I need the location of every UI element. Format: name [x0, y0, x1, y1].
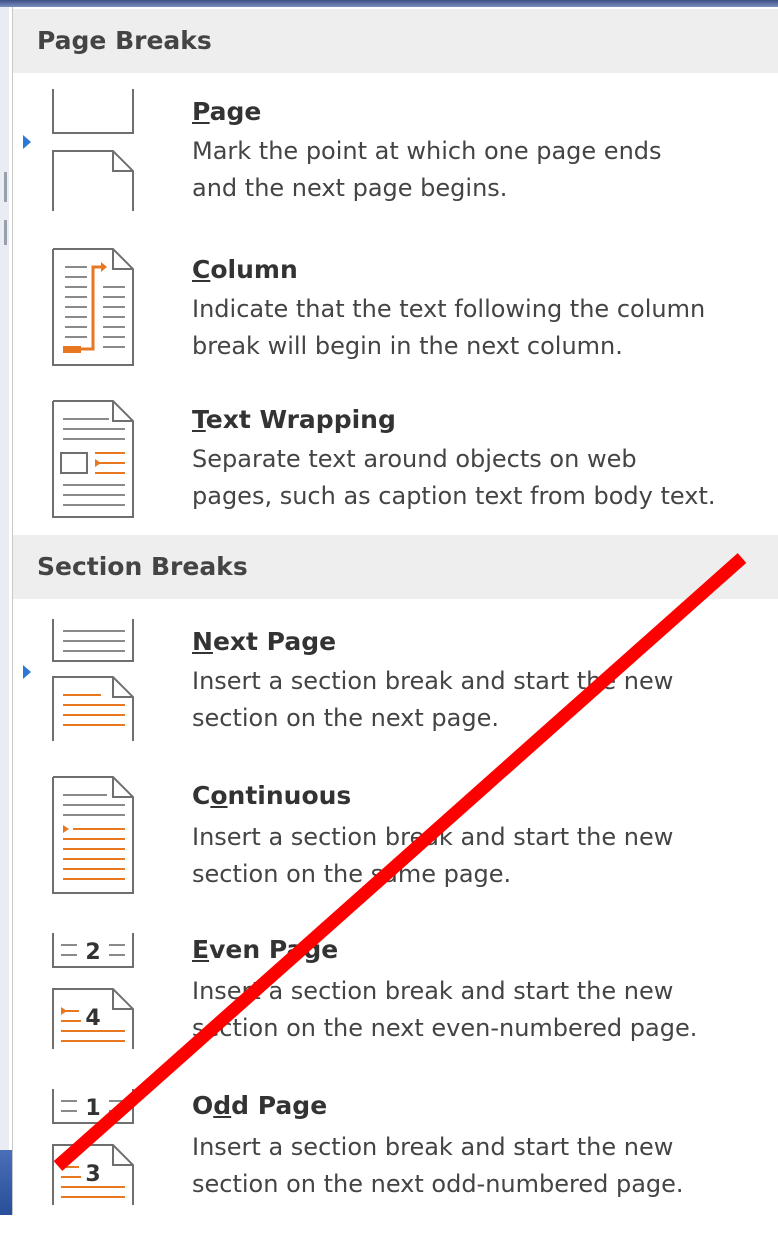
menu-item-page[interactable]: Page Mark the point at which one page en…	[13, 87, 778, 237]
page-break-icon	[52, 89, 134, 211]
continuous-section-break-icon	[52, 776, 134, 894]
description-line: pages, such as caption text from body te…	[192, 482, 716, 510]
menu-item-title: Continuous	[192, 781, 352, 810]
description-line: section on the next page.	[192, 704, 499, 732]
section-header-section-breaks: Section Breaks	[13, 535, 778, 599]
menu-item-even-page[interactable]: 2 4 Even Page Insert a section break and…	[13, 927, 778, 1077]
description-line: Insert a section break and start the new	[192, 977, 674, 1005]
icon-page-number: 1	[85, 1096, 100, 1121]
ruler-tick	[4, 172, 7, 202]
menu-item-description: Insert a section break and start the new…	[192, 1129, 778, 1203]
description-line: Mark the point at which one page ends	[192, 137, 662, 165]
menu-item-column[interactable]: Column Indicate that the text following …	[13, 245, 778, 395]
menu-item-odd-page[interactable]: 1 3 Odd Page Insert a section break and …	[13, 1083, 778, 1233]
description-line: section on the same page.	[192, 860, 512, 888]
next-page-section-break-icon	[52, 619, 134, 741]
menu-item-continuous[interactable]: Continuous Insert a section break and st…	[13, 773, 778, 923]
description-line: section on the next even-numbered page.	[192, 1014, 698, 1042]
description-line: Insert a section break and start the new	[192, 823, 674, 851]
icon-page-number: 2	[85, 940, 100, 965]
description-line: Indicate that the text following the col…	[192, 295, 706, 323]
window-frame-left	[0, 7, 9, 1215]
menu-item-title: Next Page	[192, 627, 337, 656]
menu-item-title: Text Wrapping	[192, 405, 396, 434]
menu-item-description: Mark the point at which one page ends an…	[192, 133, 778, 207]
breaks-dropdown-menu: Page Breaks Page Mark the point at which…	[12, 7, 778, 1215]
description-line: Insert a section break and start the new	[192, 667, 674, 695]
text-wrapping-break-icon	[52, 400, 134, 518]
menu-item-title: Page	[192, 97, 262, 126]
menu-item-description: Insert a section break and start the new…	[192, 663, 778, 737]
window-frame-top	[0, 0, 778, 7]
window-frame-corner	[0, 1150, 12, 1215]
menu-item-next-page[interactable]: Next Page Insert a section break and sta…	[13, 617, 778, 767]
submenu-pointer-icon	[23, 135, 31, 149]
description-line: break will begin in the next column.	[192, 332, 623, 360]
description-line: Insert a section break and start the new	[192, 1133, 674, 1161]
description-line: Separate text around objects on web	[192, 445, 637, 473]
menu-item-description: Insert a section break and start the new…	[192, 973, 778, 1047]
description-line: section on the next odd-numbered page.	[192, 1170, 684, 1198]
menu-item-description: Insert a section break and start the new…	[192, 819, 778, 893]
even-page-section-break-icon: 2 4	[52, 933, 134, 1049]
menu-item-title: Even Page	[192, 935, 339, 964]
submenu-pointer-icon	[23, 665, 31, 679]
icon-page-number: 4	[85, 1006, 100, 1031]
icon-page-number: 3	[85, 1162, 100, 1187]
menu-item-description: Indicate that the text following the col…	[192, 291, 778, 365]
menu-item-description: Separate text around objects on web page…	[192, 441, 778, 515]
menu-item-title: Odd Page	[192, 1091, 328, 1120]
section-header-page-breaks: Page Breaks	[13, 9, 778, 73]
menu-item-text-wrapping[interactable]: Text Wrapping Separate text around objec…	[13, 397, 778, 547]
odd-page-section-break-icon: 1 3	[52, 1089, 134, 1205]
ruler-tick	[4, 220, 7, 245]
menu-item-title: Column	[192, 255, 298, 284]
description-line: and the next page begins.	[192, 174, 508, 202]
column-break-icon	[52, 248, 134, 366]
